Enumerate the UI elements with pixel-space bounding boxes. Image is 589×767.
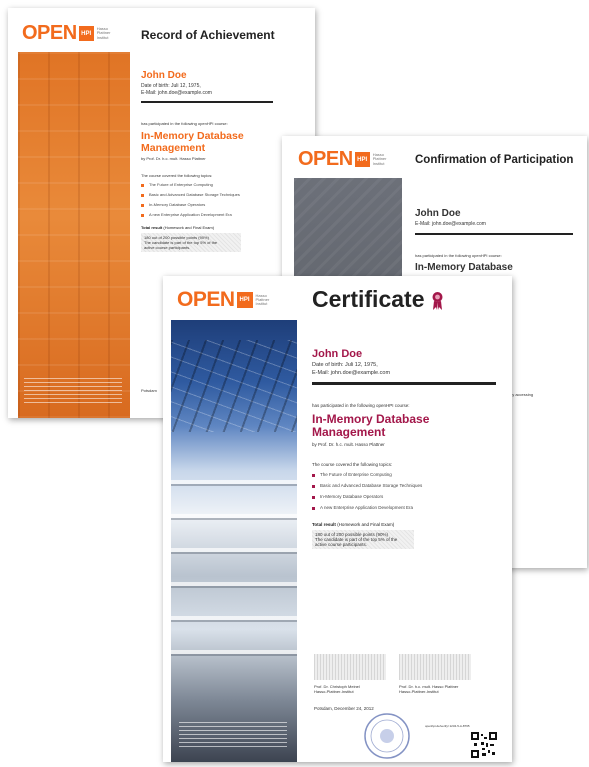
issue-date: Potsdam, December 24, 2012 xyxy=(314,706,374,711)
signatory-1: Prof. Dr. Christoph Meinel Hasso-Plattner… xyxy=(314,684,360,695)
result-box: 180 out of 200 possible points (90%) The… xyxy=(141,233,241,253)
signature-meinel xyxy=(314,654,386,680)
certificate-sheet: OPEN HPI Hasso Plattner Institut Certifica… xyxy=(163,276,512,762)
accessing-text: by accessing xyxy=(510,392,534,397)
confirmation-title: Confirmation of Participation xyxy=(415,154,574,166)
list-item: A new Enterprise Application Development… xyxy=(312,505,502,511)
participated-text: has participated in the following openHP… xyxy=(141,121,228,126)
openhpi-logo: OPEN HPI Hasso Plattner Institut xyxy=(177,288,270,311)
total-result-label: Total result (Homework and Final Exam) xyxy=(141,225,215,231)
institute-name: Hasso Plattner Institut xyxy=(372,152,387,166)
middle-body: John Doe E-Mail: john.doe@example.com ha… xyxy=(415,208,575,273)
topic-list: The Future of Enterprise Computing Basic… xyxy=(312,472,502,511)
topics-heading: The course covered the following topics: xyxy=(312,461,393,467)
divider xyxy=(141,101,273,103)
course-title: In-Memory Database xyxy=(415,262,513,273)
list-item: Basic and Advanced Database Storage Tech… xyxy=(312,483,502,489)
list-item: Basic and Advanced Database Storage Tech… xyxy=(141,192,301,198)
strip-caption xyxy=(179,722,287,748)
course-title: In-Memory Database Management xyxy=(312,411,430,439)
strip-caption xyxy=(24,378,122,404)
email: E-Mail: john.doe@example.com xyxy=(141,90,212,96)
divider xyxy=(312,382,496,385)
recipient-name: John Doe xyxy=(415,208,461,219)
result-box: 180 out of 200 possible points (90%) The… xyxy=(312,529,414,549)
topics-heading: The course covered the following topics: xyxy=(141,173,213,179)
openhpi-logo: OPEN HPI Hasso Plattner Institut xyxy=(22,22,111,44)
verification-code: openhpi.de/verify/ 1234-5-A-8765 xyxy=(425,724,470,728)
floor-balconies xyxy=(171,480,297,680)
list-item: In-Memory Database Operators xyxy=(141,202,301,208)
building-photo-strip xyxy=(171,320,297,762)
date-of-birth: Date of birth: Juli 12, 1975, xyxy=(141,83,201,89)
divider xyxy=(415,233,573,235)
signature-plattner xyxy=(399,654,471,680)
signatory-2: Prof. Dr. h.c. mult. Hasso Plattner Hasso… xyxy=(399,684,459,695)
recipient-name: John Doe xyxy=(312,348,363,360)
qr-code-icon xyxy=(471,732,497,758)
list-item: A new Enterprise Application Development… xyxy=(141,212,301,218)
skylight-frame xyxy=(171,340,297,432)
official-seal-icon xyxy=(364,713,410,759)
participated-text: has participated in the following openHP… xyxy=(415,253,502,258)
course-title: In-Memory Database Management xyxy=(141,130,244,154)
record-title: Record of Achievement xyxy=(141,28,275,42)
back-body: John Doe Date of birth: Juli 12, 1975, E… xyxy=(141,70,301,393)
potsdam-text: Potsdam xyxy=(141,388,157,393)
openhpi-logo: OPEN HPI Hasso Plattner Institut xyxy=(298,148,387,170)
topic-list: The Future of Enterprise Computing Basic… xyxy=(141,182,301,218)
total-result-label: Total result (Homework and Final Exam) xyxy=(312,521,395,527)
certificate-title: Certificate xyxy=(312,286,444,313)
recipient-name: John Doe xyxy=(141,70,187,81)
list-item: The Future of Enterprise Computing xyxy=(312,472,502,478)
email: E-Mail: john.doe@example.com xyxy=(312,370,391,376)
institute-name: Hasso Plattner Institut xyxy=(255,292,270,307)
orange-photo-strip xyxy=(18,52,130,418)
email: E-Mail: john.doe@example.com xyxy=(415,221,486,227)
list-item: In-Memory Database Operators xyxy=(312,494,502,500)
institute-name: Hasso Plattner Institut xyxy=(96,26,111,40)
participated-text: has participated in the following openHP… xyxy=(312,402,410,408)
professor: by Prof. Dr. h.c. mult. Hasso Plattner xyxy=(141,156,206,162)
professor: by Prof. Dr. h.c. mult. Hasso Plattner xyxy=(312,441,385,447)
date-of-birth: Date of birth: Juli 12, 1975, xyxy=(312,362,378,368)
list-item: The Future of Enterprise Computing xyxy=(141,182,301,188)
front-body: John Doe Date of birth: Juli 12, 1975, E… xyxy=(312,348,502,549)
award-ribbon-icon xyxy=(432,291,443,310)
